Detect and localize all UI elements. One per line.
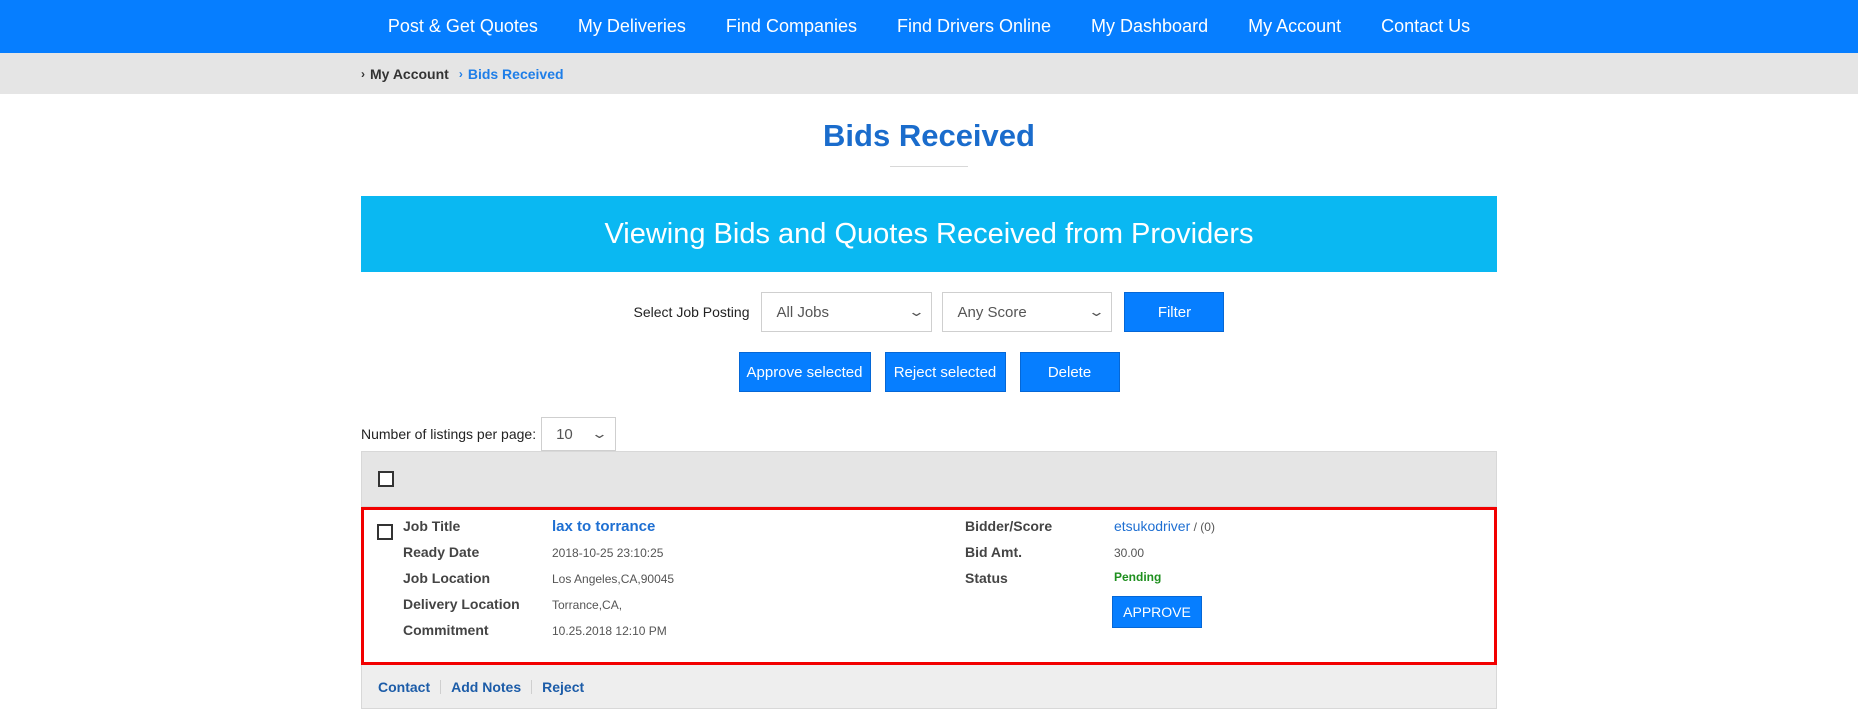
nav-find-companies[interactable]: Find Companies [706, 0, 877, 53]
nav-my-dashboard[interactable]: My Dashboard [1071, 0, 1228, 53]
add-notes-link[interactable]: Add Notes [451, 679, 521, 695]
ready-date-row: Ready Date 2018-10-25 23:10:25 [403, 544, 674, 570]
delivery-location-value: Torrance,CA, [552, 598, 623, 612]
main-content: Viewing Bids and Quotes Received from Pr… [361, 196, 1497, 709]
breadcrumb-label: Bids Received [467, 65, 564, 82]
bidder-score: / (0) [1190, 520, 1215, 534]
approve-selected-button[interactable]: Approve selected [738, 352, 871, 392]
breadcrumb-item-my-account[interactable]: › My Account [361, 66, 449, 82]
select-all-checkbox[interactable] [378, 471, 394, 487]
bid-actions: Contact Add Notes Reject [361, 665, 1497, 709]
title-divider [890, 166, 968, 167]
job-details: Job Title lax to torrance Ready Date 201… [403, 518, 674, 648]
bulk-actions: Approve selected Reject selected Delete [361, 352, 1497, 392]
job-posting-select-value: All Jobs [776, 303, 830, 321]
score-select[interactable]: Any Score ⌄ [942, 292, 1113, 332]
job-posting-label: Select Job Posting [633, 304, 750, 320]
bid-card: Job Title lax to torrance Ready Date 201… [361, 507, 1497, 665]
job-location-row: Job Location Los Angeles,CA,90045 [403, 570, 674, 596]
commitment-row: Commitment 10.25.2018 12:10 PM [403, 622, 674, 648]
job-location-value: Los Angeles,CA,90045 [552, 572, 675, 586]
bid-select-checkbox[interactable] [377, 524, 393, 540]
status-badge: Pending [1114, 570, 1162, 584]
breadcrumb-bar: › My Account › Bids Received [0, 53, 1858, 94]
per-page-label: Number of listings per page: [361, 426, 537, 442]
chevron-down-icon: ⌄ [590, 426, 609, 441]
reject-selected-button[interactable]: Reject selected [884, 352, 1006, 392]
divider [440, 679, 442, 694]
page-title-section: Bids Received [0, 94, 1858, 196]
nav-my-account[interactable]: My Account [1228, 0, 1361, 53]
bidder-label: Bidder/Score [965, 518, 1053, 534]
chevron-down-icon: ⌄ [1087, 304, 1105, 319]
chevron-down-icon: ⌄ [907, 304, 925, 319]
info-banner: Viewing Bids and Quotes Received from Pr… [361, 196, 1497, 272]
job-title-row: Job Title lax to torrance [403, 518, 674, 544]
chevron-right-icon: › [361, 66, 365, 81]
bid-amount-value: 30.00 [1114, 546, 1145, 560]
approve-button[interactable]: APPROVE [1112, 596, 1202, 628]
per-page-select[interactable]: 10 ⌄ [541, 417, 617, 451]
breadcrumb-item-bids-received[interactable]: › Bids Received [459, 66, 564, 82]
commitment-value: 10.25.2018 12:10 PM [552, 624, 667, 638]
ready-date-value: 2018-10-25 23:10:25 [552, 546, 664, 560]
job-posting-select[interactable]: All Jobs ⌄ [761, 292, 933, 332]
status-label: Status [965, 570, 1008, 586]
chevron-right-icon: › [458, 66, 463, 81]
top-navigation: Post & Get Quotes My Deliveries Find Com… [0, 0, 1858, 53]
score-select-value: Any Score [957, 303, 1027, 321]
ready-date-label: Ready Date [403, 544, 480, 560]
reject-link[interactable]: Reject [542, 679, 584, 695]
per-page-select-value: 10 [556, 425, 573, 443]
job-title-label: Job Title [403, 518, 461, 534]
bid-amount-label: Bid Amt. [965, 544, 1023, 560]
filter-row: Select Job Posting All Jobs ⌄ Any Score … [361, 292, 1497, 332]
page-title: Bids Received [823, 118, 1035, 153]
breadcrumb: › My Account › Bids Received [361, 53, 1497, 94]
divider [531, 679, 533, 694]
contact-link[interactable]: Contact [378, 679, 430, 695]
bidder-row: Bidder/Score etsukodriver / (0) [965, 518, 1215, 544]
filter-button[interactable]: Filter [1124, 292, 1225, 332]
listings-per-page: Number of listings per page: 10 ⌄ [361, 417, 1497, 451]
status-row: Status Pending [965, 570, 1215, 596]
breadcrumb-label: My Account [370, 65, 449, 82]
delete-button[interactable]: Delete [1019, 352, 1120, 392]
bid-details: Bidder/Score etsukodriver / (0) Bid Amt.… [965, 518, 1215, 596]
list-header [361, 451, 1497, 507]
delivery-location-label: Delivery Location [403, 596, 520, 612]
nav-find-drivers-online[interactable]: Find Drivers Online [877, 0, 1071, 53]
bidder-link[interactable]: etsukodriver [1114, 518, 1190, 534]
commitment-label: Commitment [403, 622, 489, 638]
bid-amount-row: Bid Amt. 30.00 [965, 544, 1215, 570]
nav-my-deliveries[interactable]: My Deliveries [558, 0, 706, 53]
delivery-location-row: Delivery Location Torrance,CA, [403, 596, 674, 622]
job-location-label: Job Location [403, 570, 491, 586]
nav-links: Post & Get Quotes My Deliveries Find Com… [368, 0, 1490, 53]
nav-post-get-quotes[interactable]: Post & Get Quotes [368, 0, 558, 53]
job-title-link[interactable]: lax to torrance [552, 518, 655, 535]
nav-contact-us[interactable]: Contact Us [1361, 0, 1490, 53]
